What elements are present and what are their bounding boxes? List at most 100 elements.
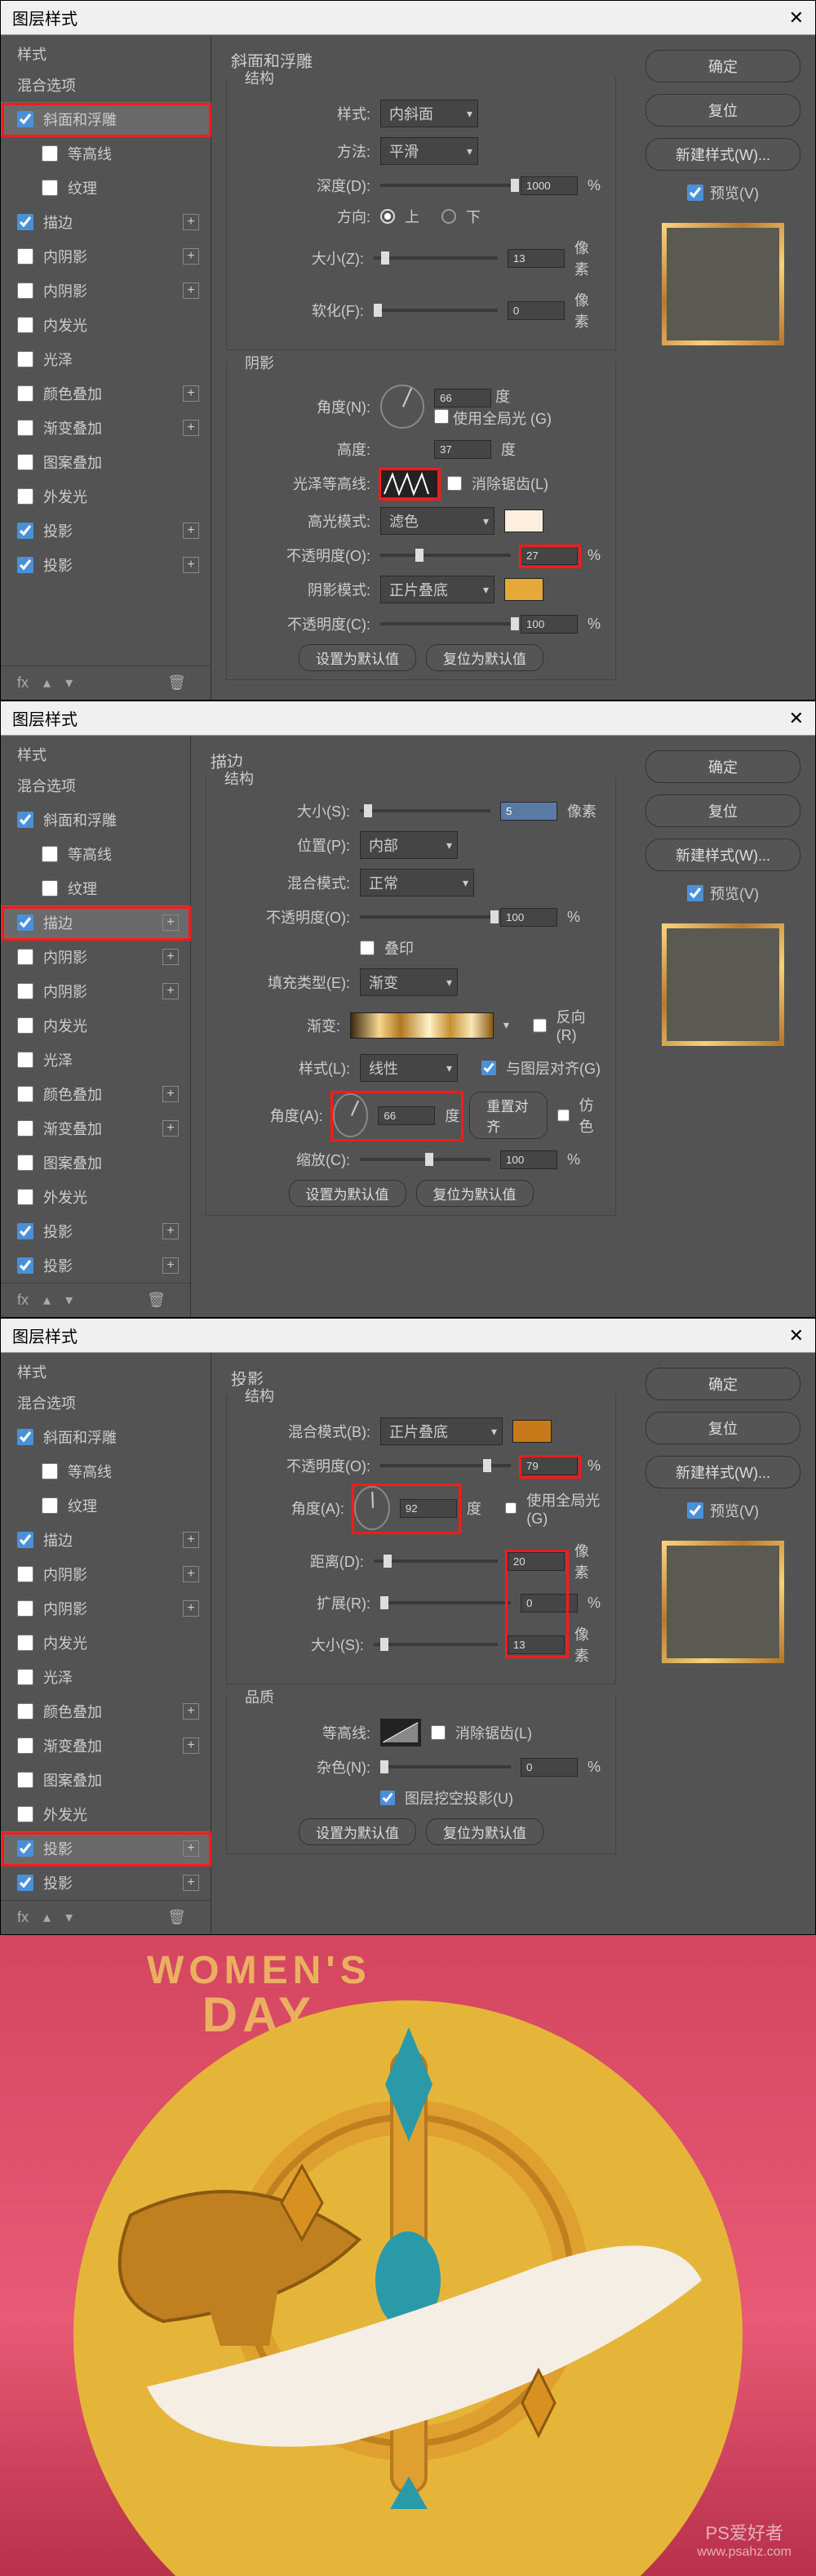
style-row-7[interactable]: 光泽 <box>1 1043 190 1077</box>
add-effect-icon[interactable]: + <box>162 983 179 999</box>
add-effect-icon[interactable]: + <box>183 1703 199 1720</box>
checkbox[interactable] <box>360 941 375 955</box>
style-row-9[interactable]: 渐变叠加 + <box>1 1111 190 1146</box>
style-row-11[interactable]: 外发光 <box>1 479 211 514</box>
reset-align-button[interactable]: 重置对齐 <box>469 1092 548 1139</box>
style-checkbox[interactable] <box>17 949 33 965</box>
close-icon[interactable]: ✕ <box>789 708 804 729</box>
down-icon[interactable]: ▾ <box>65 1292 73 1309</box>
add-effect-icon[interactable]: + <box>183 420 199 436</box>
style-checkbox[interactable] <box>42 180 58 196</box>
style-checkbox[interactable] <box>17 1257 33 1274</box>
close-icon[interactable]: ✕ <box>789 1325 804 1346</box>
trash-icon[interactable]: 🗑 <box>147 1292 166 1309</box>
add-effect-icon[interactable]: + <box>183 523 199 539</box>
style-checkbox[interactable] <box>17 983 33 999</box>
slider[interactable] <box>380 554 511 557</box>
up-icon[interactable]: ▴ <box>43 674 51 692</box>
style-row-12[interactable]: 投影 + <box>1 1831 211 1866</box>
checkbox[interactable] <box>447 476 462 491</box>
number-input[interactable] <box>500 908 557 927</box>
checkbox[interactable] <box>505 1501 517 1515</box>
style-checkbox[interactable] <box>42 1463 58 1479</box>
fx-icon[interactable]: fx <box>17 674 29 692</box>
preview-toggle[interactable]: 预览(V) <box>687 883 759 904</box>
ok-button[interactable]: 确定 <box>645 50 800 82</box>
add-effect-icon[interactable]: + <box>183 214 199 230</box>
contour[interactable] <box>380 1719 421 1746</box>
new-style-button[interactable]: 新建样式(W)... <box>645 1456 800 1488</box>
reset-button[interactable]: 复位 <box>645 94 800 127</box>
style-row-2[interactable]: 纹理 <box>1 871 190 905</box>
checkbox[interactable] <box>557 1108 569 1123</box>
style-row-3[interactable]: 描边 + <box>1 1523 211 1557</box>
style-checkbox[interactable] <box>17 914 33 931</box>
ok-button[interactable]: 确定 <box>645 750 800 783</box>
style-row-9[interactable]: 渐变叠加 + <box>1 411 211 445</box>
make-default-button[interactable]: 设置为默认值 <box>299 644 416 671</box>
style-checkbox[interactable] <box>17 1017 33 1034</box>
style-row-1[interactable]: 等高线 <box>1 1454 211 1488</box>
style-row-0[interactable]: 斜面和浮雕 <box>1 102 211 136</box>
style-row-3[interactable]: 描边 + <box>1 205 211 239</box>
dropdown[interactable]: 滤色 <box>380 507 494 535</box>
dropdown[interactable]: 正常 <box>360 869 474 896</box>
style-checkbox[interactable] <box>42 846 58 862</box>
add-effect-icon[interactable]: + <box>162 1223 179 1239</box>
add-effect-icon[interactable]: + <box>162 1120 179 1137</box>
style-checkbox[interactable] <box>17 1155 33 1171</box>
number-input[interactable] <box>521 546 578 565</box>
number-input[interactable] <box>521 1594 578 1613</box>
dropdown[interactable]: 线性 <box>360 1054 458 1082</box>
dropdown[interactable]: 正片叠底 <box>380 1417 503 1445</box>
style-checkbox[interactable] <box>17 1772 33 1788</box>
checkbox[interactable] <box>434 409 449 424</box>
number-input[interactable] <box>434 440 491 459</box>
style-row-8[interactable]: 颜色叠加 + <box>1 376 211 411</box>
trash-icon[interactable]: 🗑 <box>167 674 186 692</box>
style-row-11[interactable]: 外发光 <box>1 1180 190 1214</box>
style-checkbox[interactable] <box>17 1189 33 1205</box>
add-effect-icon[interactable]: + <box>162 949 179 965</box>
slider[interactable] <box>380 622 511 625</box>
number-input[interactable] <box>508 1552 565 1571</box>
add-effect-icon[interactable]: + <box>162 1257 179 1274</box>
style-row-1[interactable]: 等高线 <box>1 837 190 871</box>
slider[interactable] <box>360 809 490 812</box>
slider[interactable] <box>374 1643 498 1646</box>
shadow-color[interactable] <box>504 578 543 601</box>
number-input[interactable] <box>521 176 578 195</box>
preview-toggle[interactable]: 预览(V) <box>687 1500 759 1521</box>
checkbox[interactable] <box>380 1791 395 1805</box>
slider[interactable] <box>380 1601 511 1604</box>
new-style-button[interactable]: 新建样式(W)... <box>645 138 800 171</box>
number-input[interactable] <box>508 301 565 320</box>
style-row-1[interactable]: 等高线 <box>1 136 211 171</box>
dropdown[interactable]: 内部 <box>360 831 458 859</box>
number-input[interactable] <box>400 1499 457 1518</box>
slider[interactable] <box>360 915 490 919</box>
number-input[interactable] <box>434 389 491 407</box>
style-checkbox[interactable] <box>17 812 33 828</box>
number-input[interactable] <box>521 1457 578 1475</box>
reset-button[interactable]: 复位 <box>645 1412 800 1444</box>
style-row-12[interactable]: 投影 + <box>1 1214 190 1248</box>
slider[interactable] <box>360 1158 490 1161</box>
add-effect-icon[interactable]: + <box>183 557 199 573</box>
dropdown[interactable]: 正片叠底 <box>380 576 494 603</box>
add-effect-icon[interactable]: + <box>183 385 199 402</box>
style-checkbox[interactable] <box>17 1600 33 1617</box>
gradient-swatch[interactable] <box>350 1012 494 1039</box>
angle-dial[interactable] <box>380 385 424 429</box>
style-row-8[interactable]: 颜色叠加 + <box>1 1077 190 1111</box>
blend-options[interactable]: 混合选项 <box>1 68 211 102</box>
style-row-9[interactable]: 渐变叠加 + <box>1 1728 211 1763</box>
style-checkbox[interactable] <box>17 283 33 299</box>
slider[interactable] <box>374 256 498 260</box>
style-checkbox[interactable] <box>17 214 33 230</box>
radio-down[interactable] <box>441 209 456 224</box>
fx-icon[interactable]: fx <box>17 1292 29 1309</box>
style-checkbox[interactable] <box>17 557 33 573</box>
style-checkbox[interactable] <box>17 523 33 539</box>
up-icon[interactable]: ▴ <box>43 1292 51 1309</box>
